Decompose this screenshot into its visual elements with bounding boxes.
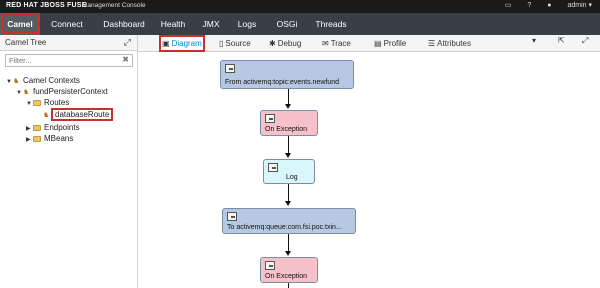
route-icon: ♞: [43, 112, 50, 119]
node-label: On Exception: [265, 273, 308, 280]
route-diagram: From activemq:topic:events.newfund On Ex…: [138, 52, 600, 288]
tree-label: MBeans: [44, 134, 74, 143]
tab-profile[interactable]: ▤ Profile: [374, 35, 406, 52]
caret-down-icon[interactable]: ▼: [6, 77, 13, 88]
fullscreen-icon[interactable]: ⤢: [582, 36, 588, 46]
tree-label: Camel Contexts: [23, 76, 80, 85]
tab-label: Diagram: [171, 39, 202, 48]
image-icon: ▣: [162, 39, 170, 48]
diagram-node-log[interactable]: Log: [263, 159, 315, 184]
diagram-node-on-exception[interactable]: On Exception: [260, 257, 318, 283]
diagram-edge: [288, 136, 289, 154]
camel-tree-header: Camel Tree ⤢: [0, 35, 137, 51]
monitor-icon[interactable]: ▭: [505, 2, 512, 9]
tab-debug[interactable]: ✱ Debug: [269, 35, 301, 52]
node-label: Log: [286, 174, 298, 181]
tree-node-camel-contexts[interactable]: ▼♞ Camel Contexts: [6, 75, 80, 86]
endpoint-icon: [227, 212, 237, 221]
arrow-down-icon: [285, 251, 291, 256]
clear-filter-icon[interactable]: ✖: [122, 55, 129, 64]
nav-jmx[interactable]: JMX: [196, 13, 226, 35]
brand-bar: RED HAT JBOSS FUSE Management Console ▭ …: [0, 0, 600, 13]
main-nav: Camel Connect Dashboard Health JMX Logs …: [0, 13, 600, 35]
folder-icon: [33, 135, 41, 142]
folder-open-icon: [33, 99, 41, 106]
tab-trace[interactable]: ✉ Trace: [322, 35, 351, 52]
nav-dashboard[interactable]: Dashboard: [96, 13, 152, 35]
envelope-icon: ✉: [322, 39, 329, 48]
tree-label: Endpoints: [44, 123, 80, 132]
camel-tree-title: Camel Tree: [5, 38, 47, 47]
folder-icon: [33, 124, 41, 131]
expand-icon[interactable]: ⤢: [124, 37, 131, 48]
user-menu[interactable]: ● admin ▾: [547, 2, 592, 9]
tab-attributes[interactable]: ☰ Attributes: [428, 35, 471, 52]
brand-subtitle: Management Console: [82, 2, 146, 9]
endpoint-icon: [225, 64, 235, 73]
chevron-down-icon[interactable]: ▾: [532, 36, 536, 45]
arrow-down-icon: [285, 104, 291, 109]
tree-node-routes[interactable]: ▼ Routes: [26, 97, 69, 108]
caret-right-icon[interactable]: ▶: [26, 135, 33, 146]
node-label: To activemq:queue:com.fsi.poc.txin...: [227, 224, 342, 231]
nav-threads[interactable]: Threads: [310, 13, 352, 35]
node-label: On Exception: [265, 126, 308, 133]
diagram-node-on-exception[interactable]: On Exception: [260, 110, 318, 136]
tab-label: Source: [225, 39, 251, 48]
diagram-edge: [288, 89, 289, 105]
arrow-down-icon: [285, 153, 291, 158]
file-icon: ▯: [219, 39, 224, 48]
diagram-node-from[interactable]: From activemq:topic:events.newfund: [220, 60, 354, 89]
tree-node-context[interactable]: ▼♞ fundPersisterContext: [16, 86, 108, 97]
tab-label: Attributes: [437, 39, 471, 48]
top-utilities: ▭ ? ● admin ▾: [491, 1, 592, 9]
tab-label: Trace: [330, 39, 351, 48]
nav-logs[interactable]: Logs: [232, 13, 262, 35]
camel-tree-panel: Camel Tree ⤢ ✖ ▼♞Camel Contexts ▼♞fundPe…: [0, 35, 138, 288]
route-tabs: ▣ Diagram ▯ Source ✱ Debug ✉ Trace ▤ Profile …: [138, 35, 600, 52]
exception-icon: [265, 114, 275, 123]
caret-down-icon[interactable]: ▼: [26, 99, 33, 110]
bug-icon: ✱: [269, 39, 276, 48]
help-icon[interactable]: ?: [527, 2, 531, 9]
tree-filter-input[interactable]: [6, 55, 116, 66]
arrow-down-icon: [285, 201, 291, 206]
tree-node-database-route[interactable]: ♞ databaseRoute: [43, 108, 114, 121]
user-label: admin: [567, 2, 587, 9]
nav-health[interactable]: Health: [154, 13, 192, 35]
tree-label: Routes: [44, 98, 70, 107]
caret-down-icon[interactable]: ▼: [16, 88, 23, 99]
tree-node-endpoints[interactable]: ▶ Endpoints: [26, 122, 80, 133]
node-label: From activemq:topic:events.newfund: [225, 79, 339, 86]
diagram-node-to[interactable]: To activemq:queue:com.fsi.poc.txin...: [222, 208, 356, 234]
chart-icon: ▤: [374, 39, 382, 48]
diagram-edge: [288, 234, 289, 252]
diagram-edge: [288, 283, 289, 288]
tab-label: Debug: [277, 39, 302, 48]
tab-diagram[interactable]: ▣ Diagram: [159, 35, 205, 52]
tab-source[interactable]: ▯ Source: [219, 35, 251, 52]
brand-name: RED HAT JBOSS FUSE: [6, 2, 87, 9]
list-icon: ☰: [428, 39, 436, 48]
tab-label: Profile: [383, 39, 407, 48]
tree-node-mbeans[interactable]: ▶ MBeans: [26, 133, 73, 144]
share-icon[interactable]: ⇱: [558, 36, 565, 45]
nav-connect[interactable]: Connect: [44, 13, 90, 35]
tree-label-selected: databaseRoute: [50, 108, 114, 121]
log-icon: [268, 163, 278, 172]
tree-label: fundPersisterContext: [33, 87, 108, 96]
nav-osgi[interactable]: OSGi: [270, 13, 304, 35]
nav-camel[interactable]: Camel: [0, 13, 40, 35]
diagram-edge: [288, 184, 289, 202]
exception-icon: [265, 261, 275, 270]
tree-filter[interactable]: ✖: [5, 54, 133, 67]
